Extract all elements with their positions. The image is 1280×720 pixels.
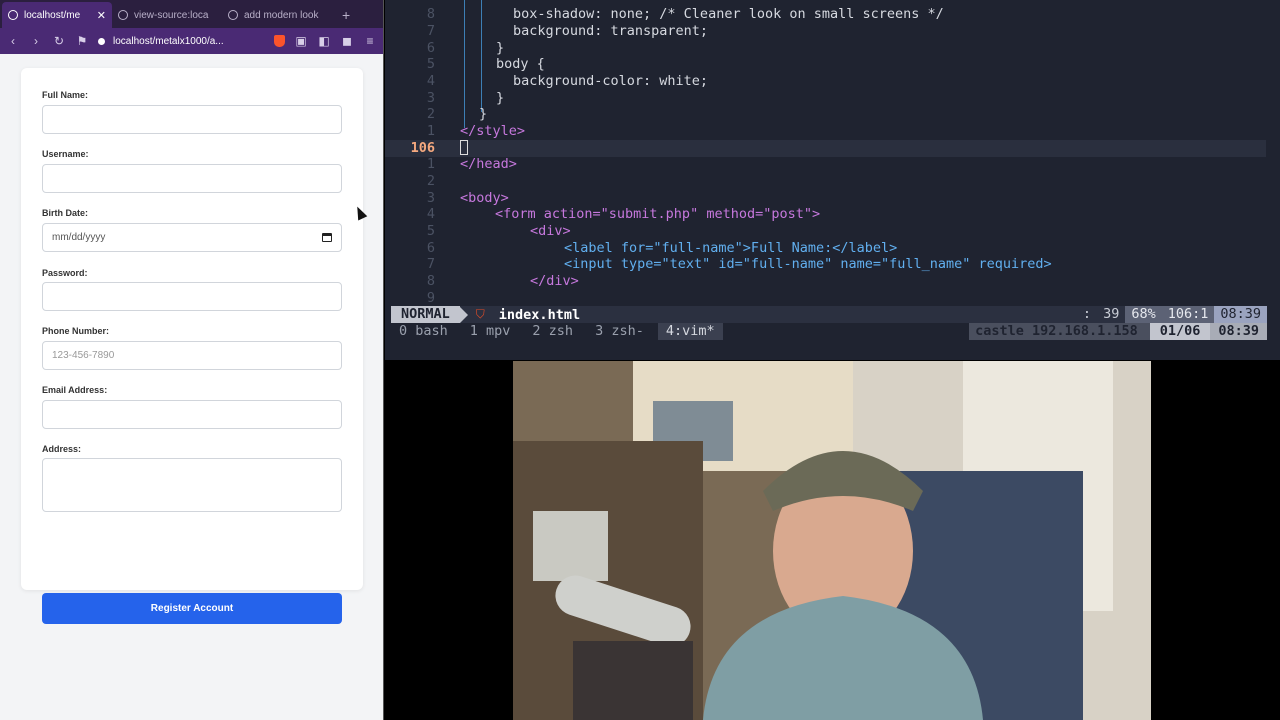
- globe-icon: [8, 10, 18, 20]
- register-account-button[interactable]: Register Account: [42, 593, 342, 624]
- birth-date-value: mm/dd/yyyy: [52, 232, 106, 243]
- tmux-window-zsh-prev[interactable]: 3 zsh-: [587, 323, 652, 340]
- file-percent: 68%: [1125, 306, 1162, 323]
- forward-icon[interactable]: ›: [29, 34, 43, 48]
- screen: localhost/me ✕ view-source:loca add mode…: [0, 0, 1280, 720]
- tabs-count: 39: [1097, 306, 1126, 323]
- username-label: Username:: [42, 149, 89, 159]
- browser-window: localhost/me ✕ view-source:loca add mode…: [0, 0, 384, 720]
- terminal-window[interactable]: 8 box-shadow: none; /* Cleaner look on sm…: [385, 0, 1280, 360]
- webcam-video: [513, 361, 1151, 720]
- tab-localhost[interactable]: localhost/me ✕: [2, 2, 112, 28]
- url-text: localhost/metalx1000/a...: [113, 35, 224, 47]
- new-tab-button[interactable]: +: [332, 7, 360, 28]
- page-content: Full Name: Username: Birth Date: mm/dd/y…: [0, 54, 383, 720]
- code-line: 5 body {: [426, 56, 545, 72]
- globe-icon: [118, 10, 128, 20]
- tmux-date: 01/06: [1149, 323, 1211, 340]
- chat-icon: [228, 10, 238, 20]
- bookmark-icon[interactable]: ⚑: [75, 34, 89, 48]
- tmux-window-zsh[interactable]: 2 zsh: [524, 323, 581, 340]
- sidebar-icon[interactable]: ◧: [317, 34, 331, 48]
- tab-label: localhost/me: [24, 9, 81, 21]
- tab-add-modern-look[interactable]: add modern look: [222, 2, 332, 28]
- vpn-icon[interactable]: ◼: [340, 34, 354, 48]
- site-info-icon[interactable]: [98, 37, 105, 45]
- text-cursor: [460, 140, 468, 155]
- password-label: Password:: [42, 268, 88, 278]
- full-name-label: Full Name:: [42, 90, 89, 100]
- code-line: 7 <input type="text" id="full-name" name=…: [426, 256, 1052, 272]
- calendar-icon[interactable]: [322, 233, 332, 242]
- birth-date-input[interactable]: mm/dd/yyyy: [42, 223, 342, 252]
- birth-date-label: Birth Date:: [42, 208, 89, 218]
- tab-view-source[interactable]: view-source:loca: [112, 2, 222, 28]
- tab-bar: localhost/me ✕ view-source:loca add mode…: [0, 0, 383, 28]
- username-input[interactable]: [42, 164, 342, 193]
- vim-statusline: NORMAL ⛉ index.html : 39 68% 106:1 08:39: [391, 306, 1267, 323]
- mode-indicator: NORMAL: [391, 306, 460, 323]
- full-name-input[interactable]: [42, 105, 342, 134]
- tmux-window-mpv[interactable]: 1 mpv: [462, 323, 519, 340]
- tmux-right: castle 192.168.1.158 01/06 08:39: [969, 323, 1267, 340]
- code-line: 1 </head>: [426, 156, 517, 172]
- brave-shields-icon[interactable]: [274, 35, 285, 47]
- reload-icon[interactable]: ↻: [52, 34, 66, 48]
- code-line-current[interactable]: 106: [385, 140, 1266, 157]
- code-line: 4 background-color: white;: [426, 73, 709, 89]
- email-input[interactable]: [42, 400, 342, 429]
- wallet-icon[interactable]: ▣: [294, 34, 308, 48]
- address-bar[interactable]: localhost/metalx1000/a...: [98, 36, 265, 47]
- code-line: 3 <body>: [426, 190, 509, 206]
- code-line: 1 </style>: [426, 123, 526, 139]
- code-line: 2: [426, 173, 435, 189]
- code-line: 6 <label for="full-name">Full Name:</labe…: [426, 240, 898, 256]
- separator-text: :: [1076, 306, 1098, 323]
- address-textarea[interactable]: [42, 458, 342, 512]
- tab-label: add modern look: [244, 9, 319, 21]
- tmux-window-vim[interactable]: 4:vim*: [657, 323, 723, 340]
- code-line: 8 box-shadow: none; /* Cleaner look on sm…: [426, 6, 944, 22]
- close-icon[interactable]: ✕: [97, 9, 106, 22]
- webcam-scene: [513, 361, 1151, 720]
- filename: index.html: [498, 306, 581, 323]
- statusline-right: : 39 68% 106:1 08:39: [1076, 306, 1267, 323]
- code-line: 6}: [426, 40, 505, 56]
- registration-form: Full Name: Username: Birth Date: mm/dd/y…: [21, 68, 363, 624]
- code-line: 9: [426, 290, 435, 306]
- tmux-statusbar: 0 bash 1 mpv 2 zsh 3 zsh- 4:vim* castle …: [391, 323, 1267, 340]
- tmux-host: castle 192.168.1.158: [969, 323, 1150, 340]
- password-input[interactable]: [42, 282, 342, 311]
- browser-toolbar: ‹ › ↻ ⚑ localhost/metalx1000/a... ▣ ◧ ◼ …: [0, 28, 383, 54]
- code-line: 8 </div>: [426, 273, 579, 289]
- html-file-icon: ⛉: [475, 307, 485, 321]
- tmux-time: 08:39: [1210, 323, 1267, 340]
- cursor-position: 106:1: [1161, 306, 1215, 323]
- statusline-clock: 08:39: [1214, 306, 1267, 323]
- back-icon[interactable]: ‹: [6, 34, 20, 48]
- code-line: 2}: [426, 106, 488, 122]
- tab-label: view-source:loca: [134, 9, 209, 21]
- code-line: 5 <div>: [426, 223, 571, 239]
- code-line: 3}: [426, 90, 505, 106]
- address-label: Address:: [42, 444, 82, 454]
- phone-label: Phone Number:: [42, 326, 110, 336]
- menu-icon[interactable]: ≡: [363, 34, 377, 48]
- email-label: Email Address:: [42, 385, 108, 395]
- code-line: 7 background: transparent;: [426, 23, 709, 39]
- code-line: 4 <form action="submit.php" method="post"…: [426, 206, 821, 222]
- tmux-window-bash[interactable]: 0 bash: [391, 323, 456, 340]
- powerline-separator: [459, 306, 468, 323]
- phone-input[interactable]: 123-456-7890: [42, 341, 342, 370]
